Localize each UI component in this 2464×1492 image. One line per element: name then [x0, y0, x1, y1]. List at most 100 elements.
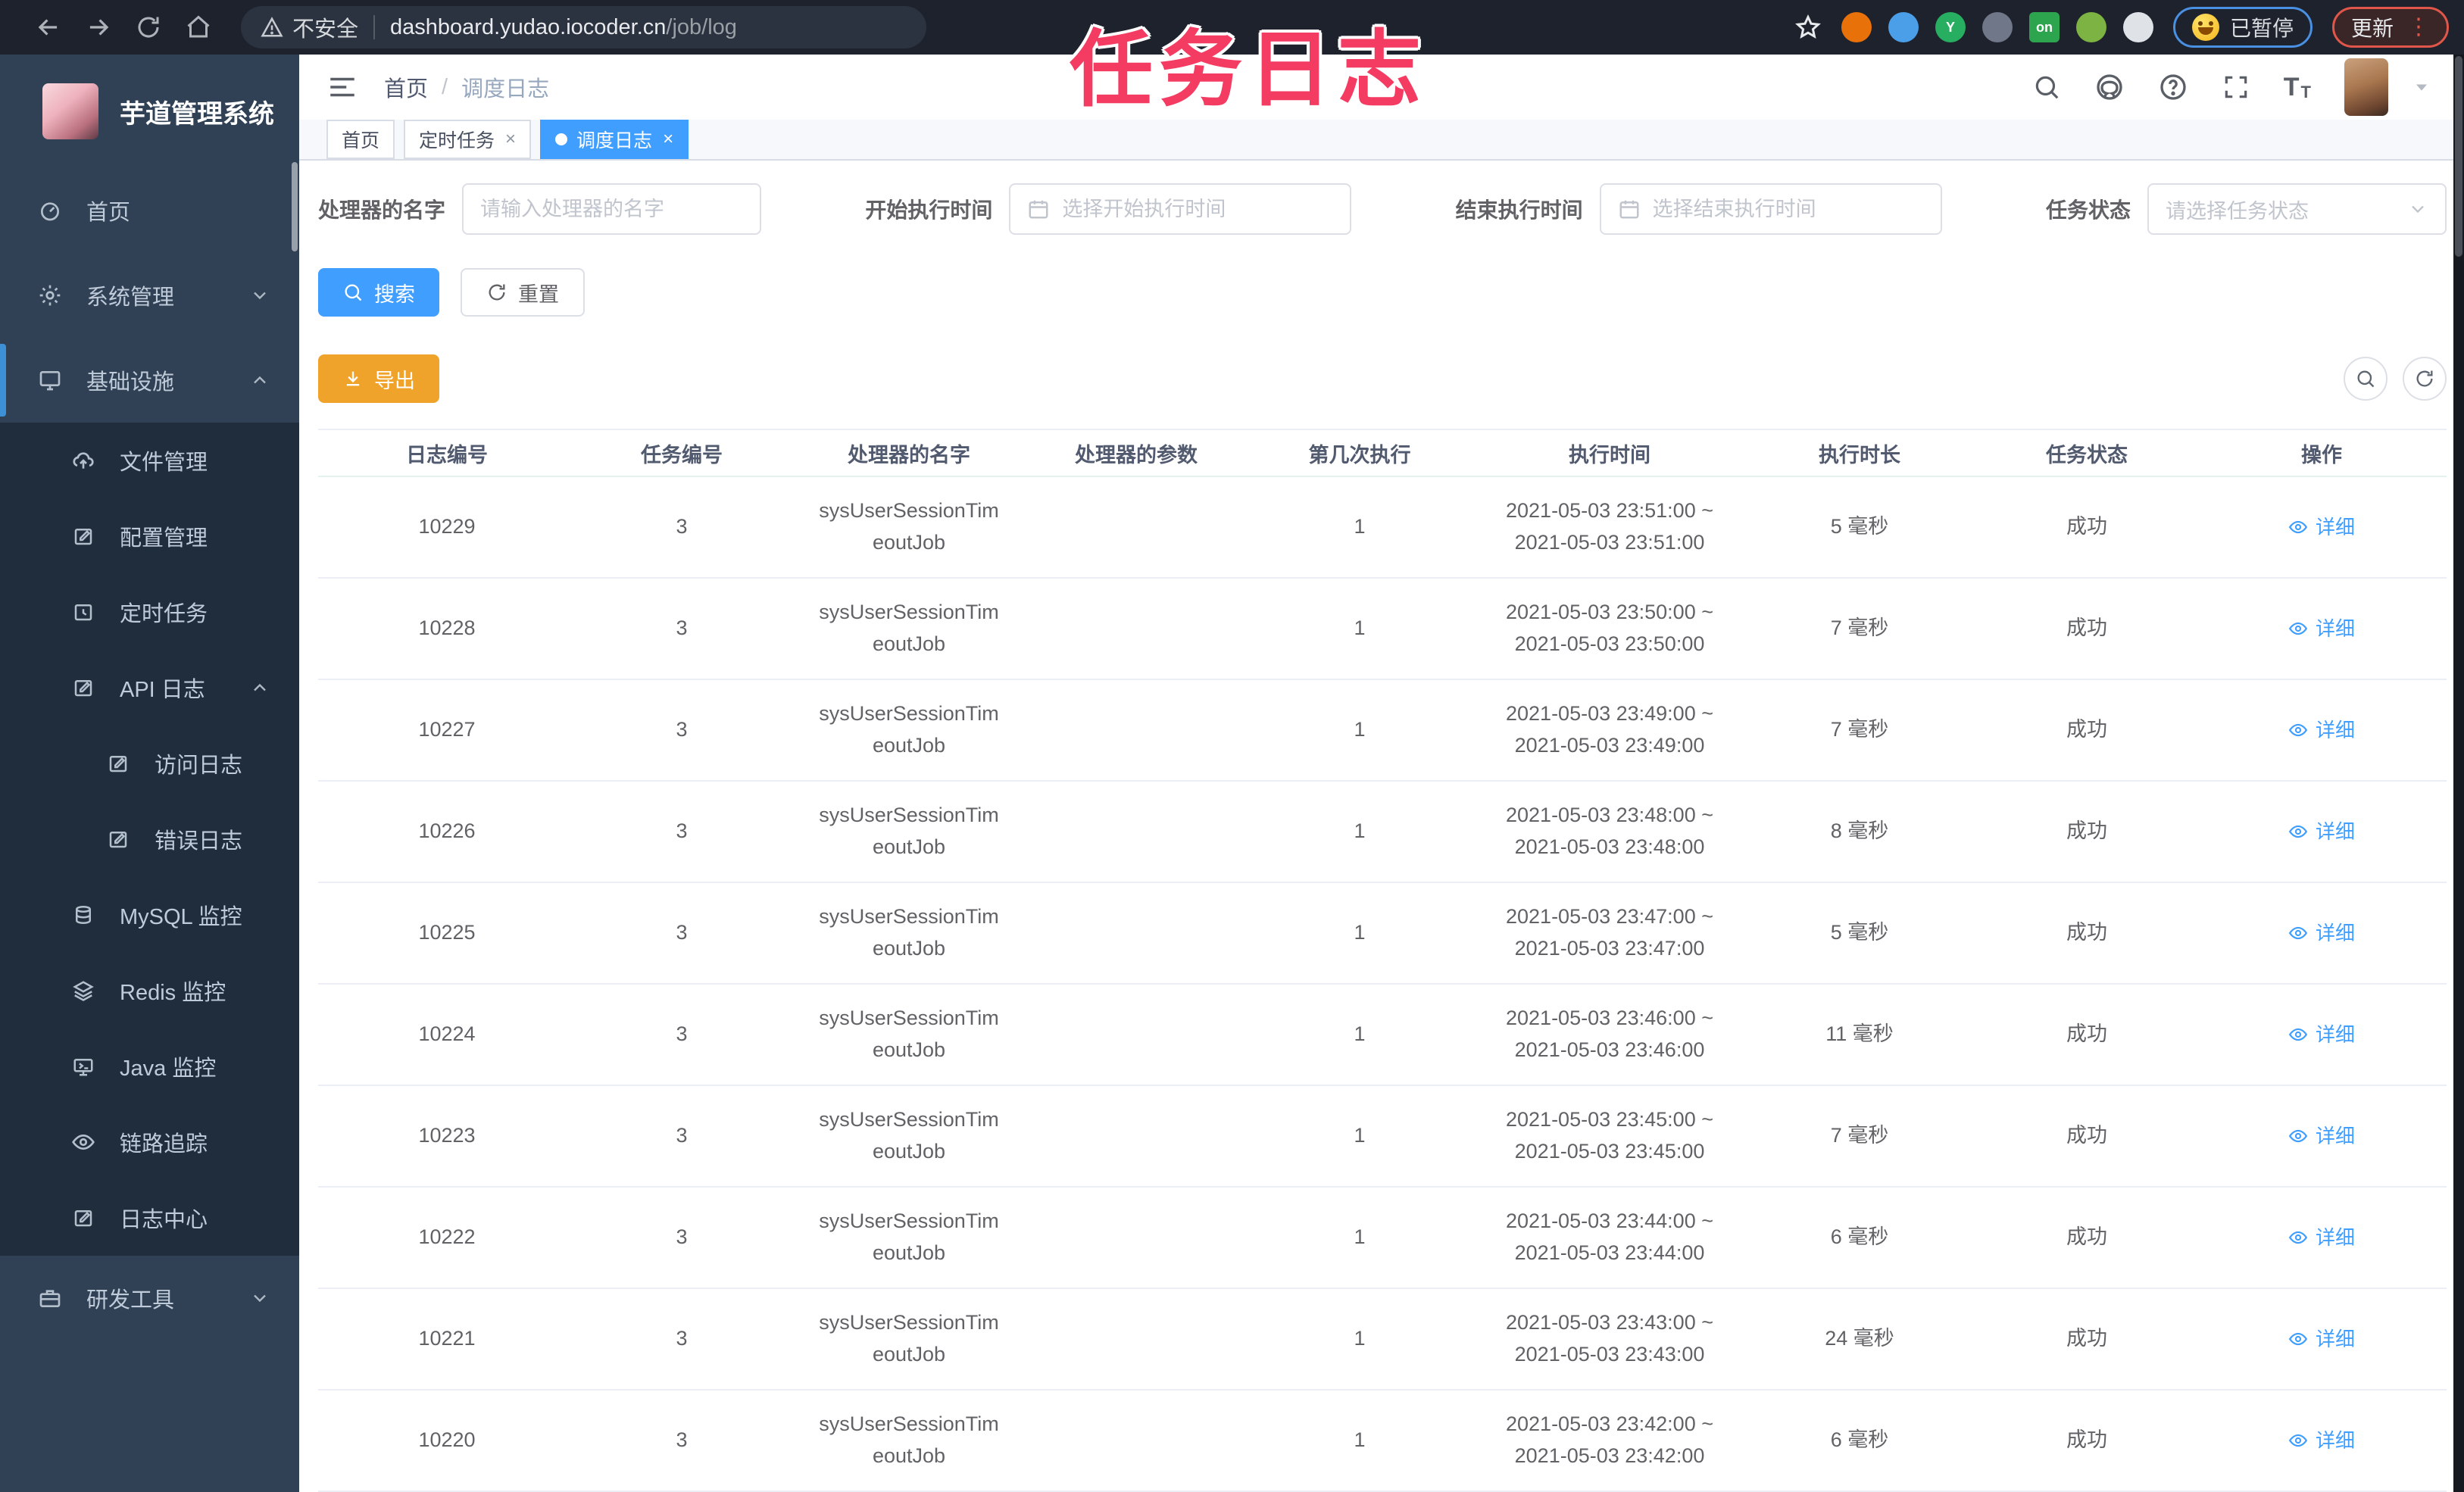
execute-index-cell: 1 — [1354, 921, 1366, 944]
sidebar-item-api-日志[interactable]: API 日志 — [0, 650, 299, 726]
execute-index-cell: 1 — [1354, 1022, 1366, 1046]
reset-button[interactable]: 重置 — [461, 268, 585, 317]
eye-icon — [2288, 720, 2308, 740]
eye-icon — [2288, 517, 2308, 537]
page-scrollbar[interactable] — [2453, 55, 2464, 1492]
github-icon[interactable] — [2094, 72, 2125, 102]
sidebar-item-链路追踪[interactable]: 链路追踪 — [0, 1104, 299, 1180]
detail-link[interactable]: 详细 — [2197, 715, 2447, 745]
extension-orange-icon[interactable] — [1841, 12, 1872, 42]
duration-cell: 8 毫秒 — [1830, 819, 1889, 843]
table-header-cell: 处理器的名字 — [848, 443, 970, 467]
fullscreen-icon[interactable] — [2222, 73, 2250, 101]
app-logo-row[interactable]: 芋道管理系统 — [0, 55, 299, 168]
tag-view-tab[interactable]: 定时任务 × — [404, 120, 532, 159]
extension-green-y-icon[interactable]: Y — [1935, 12, 1966, 42]
handler-name-cell: sysUserSessionTim eoutJob — [819, 702, 999, 757]
refresh-table-button[interactable] — [2403, 357, 2447, 401]
detail-link-label: 详细 — [2315, 1327, 2355, 1350]
sidebar-item-系统管理[interactable]: 系统管理 — [0, 253, 299, 338]
reload-icon[interactable] — [132, 11, 165, 44]
sidebar-item-基础设施[interactable]: 基础设施 — [0, 338, 299, 423]
detail-link[interactable]: 详细 — [2197, 613, 2447, 644]
detail-link[interactable]: 详细 — [2197, 816, 2447, 847]
sidebar-item-label: 配置管理 — [120, 526, 208, 551]
sidebar-item-redis-监控[interactable]: Redis 监控 — [0, 953, 299, 1028]
toggle-search-button[interactable] — [2344, 357, 2387, 401]
execute-index-cell: 1 — [1354, 616, 1366, 640]
close-icon[interactable]: × — [505, 129, 516, 150]
sidebar-item-日志中心[interactable]: 日志中心 — [0, 1180, 299, 1256]
sidebar-scrollbar-thumb[interactable] — [292, 162, 298, 251]
sidebar-item-文件管理[interactable]: 文件管理 — [0, 423, 299, 498]
detail-link[interactable]: 详细 — [2197, 1324, 2447, 1354]
sidebar-item-mysql-监控[interactable]: MySQL 监控 — [0, 877, 299, 953]
user-avatar[interactable] — [2344, 58, 2388, 116]
avatar-caret-icon[interactable] — [2411, 76, 2432, 98]
start-time-picker[interactable] — [1009, 183, 1352, 235]
browser-menu-icon[interactable]: ⋮ — [2407, 16, 2430, 39]
job-id-cell: 3 — [676, 1225, 688, 1249]
cloud-upload-icon — [68, 448, 98, 473]
job-status-select[interactable]: 请选择任务状态 — [2147, 183, 2447, 235]
extension-puzzle-icon[interactable] — [2122, 12, 2153, 42]
extension-grid-icon[interactable] — [1982, 12, 2013, 42]
tag-view-tab[interactable]: 调度日志 × — [540, 120, 689, 159]
table-header-cell: 日志编号 — [406, 443, 488, 467]
extension-on-badge-icon[interactable]: on — [2028, 12, 2060, 42]
sidebar-item-研发工具[interactable]: 研发工具 — [0, 1256, 299, 1341]
detail-link[interactable]: 详细 — [2197, 918, 2447, 948]
sidebar-item-访问日志[interactable]: 访问日志 — [0, 726, 299, 801]
database-icon — [68, 904, 98, 926]
sidebar-item-定时任务[interactable]: 定时任务 — [0, 574, 299, 650]
font-size-icon[interactable]: TT — [2284, 73, 2311, 102]
edit-icon — [68, 1206, 98, 1229]
job-id-cell: 3 — [676, 1327, 688, 1350]
detail-link[interactable]: 详细 — [2197, 1425, 2447, 1456]
handler-name-input-field[interactable] — [480, 197, 744, 221]
browser-update-button[interactable]: 更新 ⋮ — [2331, 7, 2449, 48]
tag-view-tab[interactable]: 首页 — [326, 120, 395, 159]
end-time-input-field[interactable] — [1652, 197, 1924, 221]
home-icon[interactable] — [182, 11, 215, 44]
table-header-cell: 任务编号 — [641, 443, 723, 467]
detail-link[interactable]: 详细 — [2197, 512, 2447, 542]
detail-link[interactable]: 详细 — [2197, 1121, 2447, 1151]
sidebar-item-java-监控[interactable]: Java 监控 — [0, 1028, 299, 1104]
duration-cell: 6 毫秒 — [1830, 1428, 1889, 1452]
sidebar-item-首页[interactable]: 首页 — [0, 168, 299, 253]
profile-paused-badge[interactable]: 已暂停 — [2172, 7, 2313, 48]
breadcrumb-separator: / — [442, 74, 448, 99]
breadcrumb-home[interactable]: 首页 — [384, 71, 428, 103]
execute-time-cell: 2021-05-03 23:50:00 ~ 2021-05-03 23:50:0… — [1506, 601, 1713, 655]
sidebar-item-错误日志[interactable]: 错误日志 — [0, 801, 299, 877]
header-search-icon[interactable] — [2032, 73, 2061, 101]
address-bar[interactable]: 不安全 dashboard.yudao.iocoder.cn /job/log — [241, 6, 926, 48]
sidebar-fold-icon[interactable] — [326, 71, 358, 103]
detail-link-label: 详细 — [2315, 616, 2355, 640]
help-icon[interactable] — [2158, 72, 2188, 102]
end-time-picker[interactable] — [1599, 183, 1942, 235]
security-label[interactable]: 不安全 — [292, 11, 358, 43]
log-id-cell: 10221 — [418, 1327, 476, 1350]
detail-link[interactable]: 详细 — [2197, 1222, 2447, 1253]
log-id-cell: 10220 — [418, 1428, 476, 1452]
start-time-input-field[interactable] — [1062, 197, 1334, 221]
back-icon[interactable] — [32, 11, 65, 44]
page-scrollbar-thumb[interactable] — [2455, 56, 2462, 257]
bookmark-star-icon[interactable] — [1791, 11, 1825, 44]
detail-link[interactable]: 详细 — [2197, 1019, 2447, 1050]
execute-index-cell: 1 — [1354, 1327, 1366, 1350]
close-icon[interactable]: × — [663, 129, 673, 150]
export-button[interactable]: 导出 — [318, 354, 439, 403]
log-id-cell: 10223 — [418, 1124, 476, 1147]
sidebar-item-label: 文件管理 — [120, 451, 208, 475]
edit-icon — [68, 525, 98, 548]
handler-name-input[interactable] — [462, 183, 762, 235]
search-button[interactable]: 搜索 — [318, 268, 439, 317]
sidebar-item-label: 首页 — [86, 201, 131, 225]
forward-icon[interactable] — [82, 11, 115, 44]
sidebar-item-配置管理[interactable]: 配置管理 — [0, 498, 299, 574]
extension-blue-lamp-icon[interactable] — [1888, 12, 1919, 42]
extension-leaf-icon[interactable] — [2075, 12, 2106, 42]
